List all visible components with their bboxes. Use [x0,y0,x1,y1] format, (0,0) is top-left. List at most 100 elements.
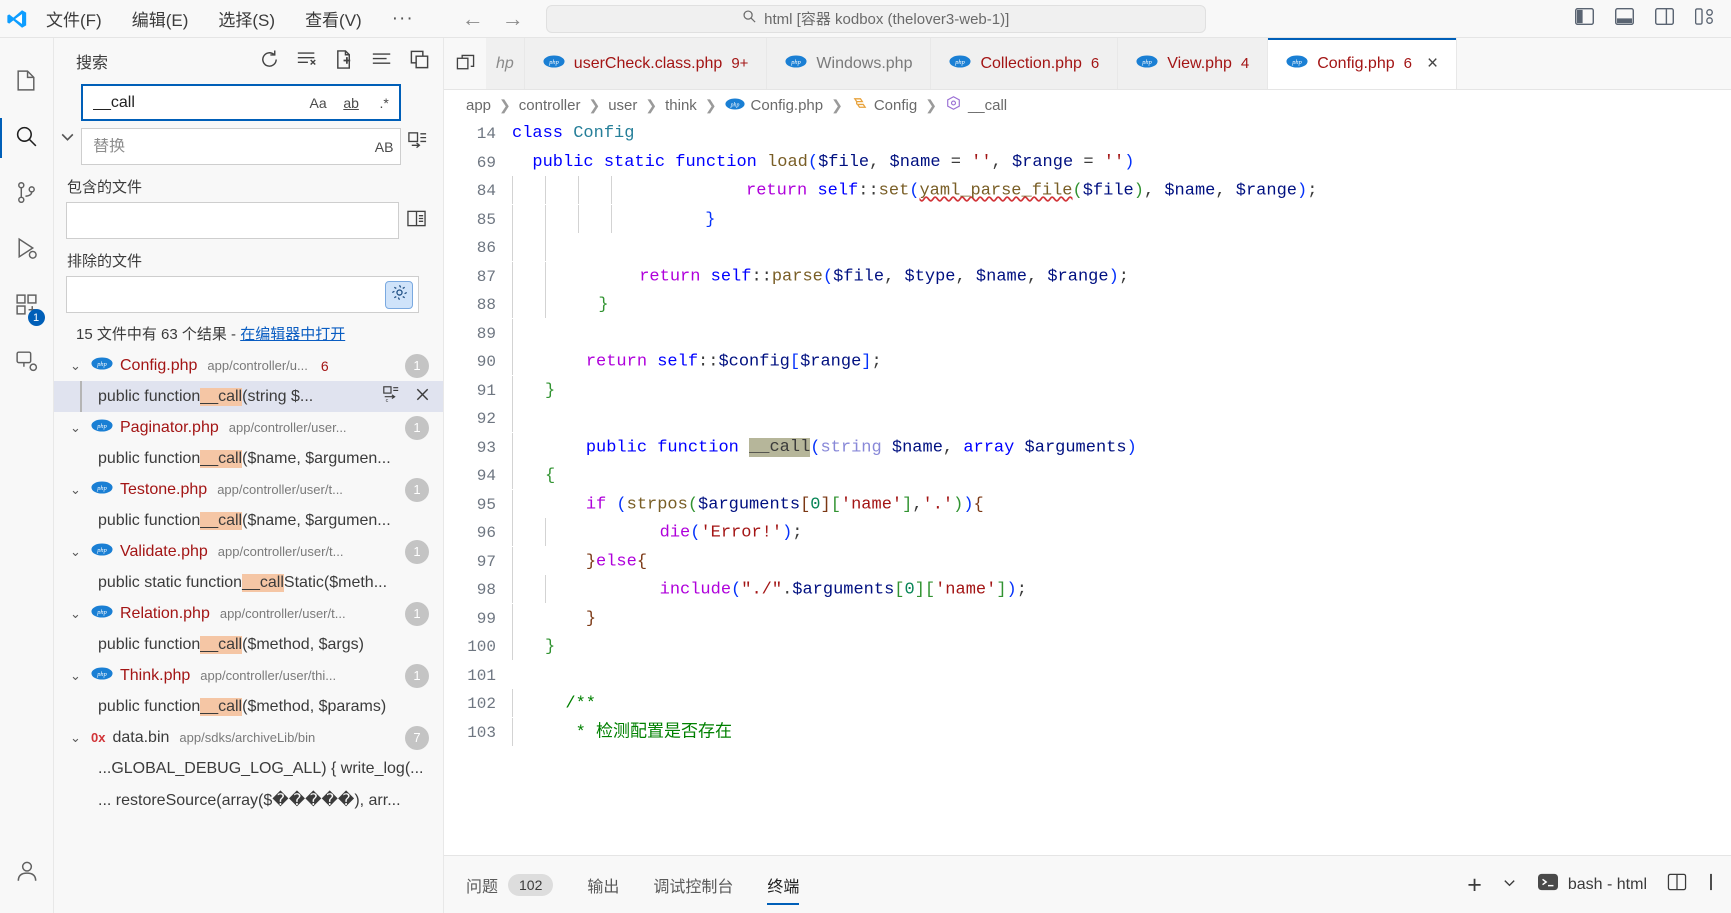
code-editor[interactable]: 14 class Config 69 public static function … [444,120,1731,855]
result-match-row[interactable]: public function __call ($name, $argumen..… [54,505,443,536]
result-file-row[interactable]: ⌄ php Think.php app/controller/user/thi.… [54,660,443,691]
chevron-down-icon[interactable]: ⌄ [70,420,84,436]
result-match-row[interactable]: ...GLOBAL_DEBUG_LOG_ALL) { write_log(... [54,753,443,784]
editor-tab[interactable]: php View.php 4 [1118,38,1269,89]
clear-all-icon[interactable] [296,49,318,74]
new-terminal-icon[interactable]: + [1467,872,1482,897]
activity-item-run-and-debug[interactable] [0,222,54,278]
replace-input[interactable] [93,137,367,156]
match-whole-word-icon[interactable]: ab [339,91,363,115]
toggle-panel-icon[interactable] [1615,7,1634,29]
breadcrumb-item-class[interactable]: Config [851,96,917,115]
more-actions-icon[interactable] [1707,873,1715,896]
menu-file[interactable]: 文件(F) [42,4,106,33]
line-content[interactable] [512,318,1731,349]
use-exclude-settings-button[interactable] [385,280,413,309]
editor-tab[interactable]: php userCheck.class.php 9+ [524,38,768,89]
breadcrumb-item-app[interactable]: app [466,97,491,114]
active-terminal-chip[interactable]: bash - html [1537,872,1647,897]
toggle-replace-button[interactable] [54,84,81,165]
search-input[interactable] [93,93,301,112]
result-file-row[interactable]: ⌄ php Validate.php app/controller/user/t… [54,536,443,567]
close-icon[interactable] [414,386,431,408]
line-content[interactable] [512,404,1731,434]
breadcrumb-item-method[interactable]: __call [945,95,1007,115]
open-in-editor-link[interactable]: 在编辑器中打开 [240,326,345,343]
activity-item-remote-explorer[interactable] [0,334,54,390]
open-editors-icon[interactable] [406,209,427,232]
line-content[interactable]: class Config [512,120,1731,149]
panel-tab-problems[interactable]: 问题 102 [466,867,554,903]
list-view-icon[interactable] [371,49,393,74]
chevron-down-icon[interactable]: ⌄ [70,668,84,684]
line-content[interactable]: return self::parse($file, $type, $name, … [512,261,1731,292]
result-file-row[interactable]: ⌄ php Testone.php app/controller/user/t.… [54,474,443,505]
refresh-icon[interactable] [259,49,280,74]
activity-item-source-control[interactable] [0,166,54,222]
line-content[interactable]: public function __call(string $name, arr… [512,432,1731,463]
line-content[interactable]: /** [512,689,1731,719]
chevron-down-icon[interactable]: ⌄ [70,730,84,746]
line-content[interactable]: return self::set(yaml_parse_file($file),… [512,176,1731,206]
line-content[interactable]: } [512,632,1731,662]
command-center[interactable]: html [容器 kodbox (thelover3-web-1)] [545,4,1206,33]
menu-more[interactable]: ··· [388,6,418,32]
editor-tab[interactable]: php Collection.php 6 [931,38,1119,89]
activity-item-search[interactable] [0,110,54,166]
line-content[interactable]: if (strpos($arguments[0]['name'],'.')){ [512,489,1731,520]
line-content[interactable]: } [512,204,1731,235]
menu-selection[interactable]: 选择(S) [214,4,279,33]
files-to-exclude-input[interactable] [78,285,414,304]
breadcrumb-item-user[interactable]: user [608,97,637,114]
search-results-tree[interactable]: ⌄ php Config.php app/controller/u... 6 1… [54,350,443,913]
replace-all-icon[interactable] [407,130,428,155]
replace-input-container[interactable]: AB [81,128,402,165]
result-match-row[interactable]: public function __call ($method, $params) [54,691,443,722]
line-content[interactable]: }else{ [512,546,1731,577]
files-to-include-input-container[interactable] [66,202,399,239]
files-to-include-input[interactable] [78,211,394,230]
line-content[interactable]: } [512,290,1731,320]
result-match-row[interactable]: public function __call (string $... c [54,381,443,412]
breadcrumb-item-think[interactable]: think [665,97,697,114]
activity-item-extensions[interactable]: 1 [0,278,54,334]
chevron-down-icon[interactable] [1502,875,1517,895]
split-editor-icon[interactable] [444,38,486,89]
result-match-row[interactable]: ... restoreSource(array($�����), arr... [54,784,443,815]
new-search-editor-icon[interactable] [334,49,355,74]
menu-view[interactable]: 查看(V) [301,4,366,33]
result-match-row[interactable]: public function __call ($name, $argumen..… [54,443,443,474]
chevron-down-icon[interactable]: ⌄ [70,544,84,560]
editor-tab-active[interactable]: php Config.php 6 × [1268,38,1458,89]
toggle-secondary-sidebar-icon[interactable] [1655,7,1674,29]
line-content[interactable]: } [512,375,1731,406]
panel-tab-debug-console[interactable]: 调试控制台 [653,867,733,903]
result-file-row[interactable]: ⌄ 0x data.bin app/sdks/archiveLib/bin 7 [54,722,443,753]
result-match-row[interactable]: public function __call ($method, $args) [54,629,443,660]
menu-edit[interactable]: 编辑(E) [128,4,193,33]
go-back-icon[interactable]: ← [462,7,484,30]
replace-icon[interactable]: c [382,385,400,408]
split-terminal-icon[interactable] [1667,873,1687,896]
result-file-row[interactable]: ⌄ php Config.php app/controller/u... 6 1 [54,350,443,381]
panel-tab-output[interactable]: 输出 [587,867,619,903]
line-content[interactable]: * 检测配置是否存在 [512,717,1731,748]
breadcrumb-item-controller[interactable]: controller [519,97,581,114]
chevron-down-icon[interactable]: ⌄ [70,358,84,374]
line-content[interactable]: return self::$config[$range]; [512,347,1731,377]
line-content[interactable]: { [512,461,1731,491]
line-content[interactable]: include("./".$arguments[0]['name']); [512,575,1731,605]
breadcrumb-item-file[interactable]: php Config.php [724,97,823,114]
editor-tab[interactable]: php Windows.php [767,38,932,89]
line-content[interactable] [512,233,1731,263]
customize-layout-icon[interactable] [1694,8,1715,29]
result-match-row[interactable]: public static function __call Static($met… [54,567,443,598]
panel-tab-terminal[interactable]: 终端 [767,867,800,905]
match-case-icon[interactable]: Aa [306,91,330,115]
toggle-primary-sidebar-icon[interactable] [1575,7,1594,29]
use-regex-icon[interactable]: .* [372,91,396,115]
line-content[interactable]: public static function load($file, $name… [512,149,1731,178]
chevron-down-icon[interactable]: ⌄ [70,606,84,622]
preserve-case-icon[interactable]: AB [372,135,396,159]
chevron-down-icon[interactable]: ⌄ [70,482,84,498]
